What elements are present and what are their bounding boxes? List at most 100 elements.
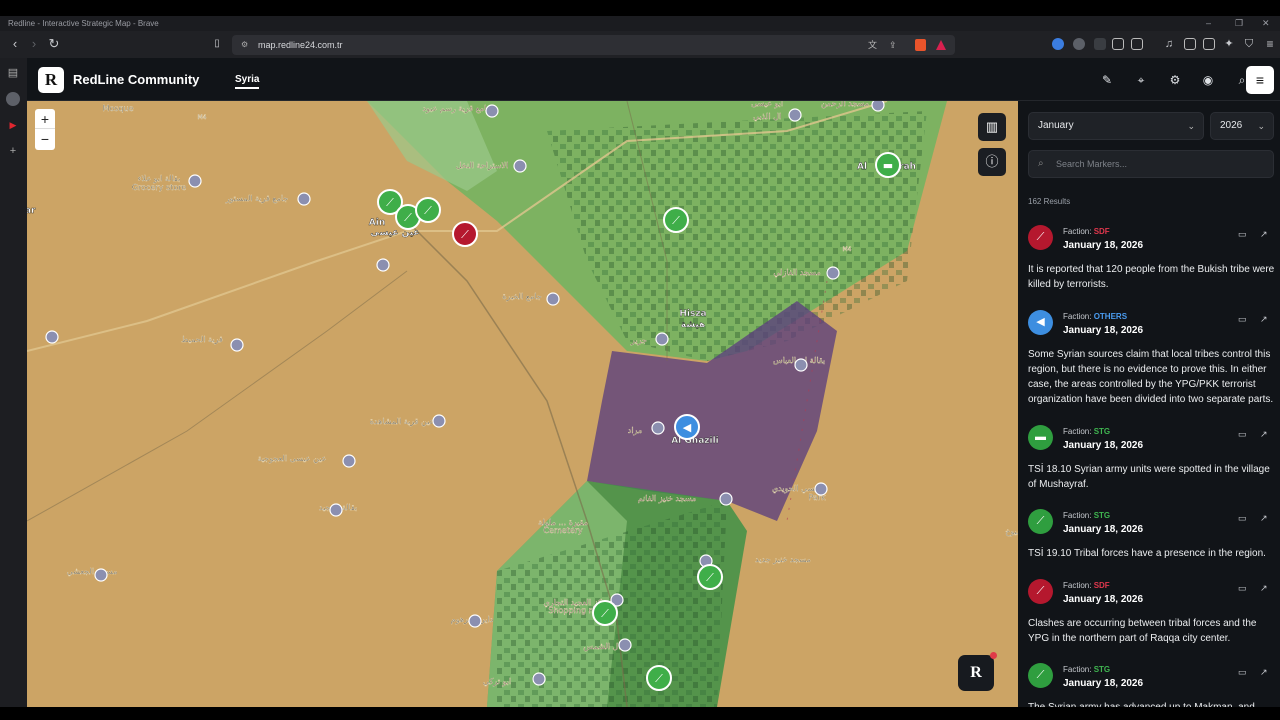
share-icon[interactable]: ⇪ [889,35,897,55]
faction-marker-stg[interactable]: ⟋ [646,665,672,691]
redline-fab-button[interactable]: R [958,652,997,691]
app-title[interactable]: RedLine Community [73,72,199,87]
poi-pin-icon[interactable] [376,258,390,272]
menu-icon[interactable]: ≡ [1263,37,1277,51]
poi-pin-icon[interactable] [513,159,527,173]
translate-icon[interactable]: 文 [868,35,877,55]
faction-marker-stg[interactable]: ⟋ [697,564,723,590]
sidebar-toggle-icon[interactable] [1184,38,1196,50]
extensions-icon[interactable] [1112,38,1124,50]
megaphone-icon: ◀ [683,421,692,434]
rifle-icon: ⟋ [1028,225,1053,250]
video-icon[interactable]: ▭ [1238,429,1247,440]
external-link-icon[interactable]: ↗ [1260,583,1268,594]
zoom-in-button[interactable]: + [35,109,55,129]
video-icon[interactable]: ▭ [1238,583,1247,594]
faction-marker-stg[interactable]: ⟋ [663,207,689,233]
poi-pin-icon[interactable] [814,482,828,496]
notification-dot [990,652,997,659]
external-link-icon[interactable]: ↗ [1260,429,1268,440]
external-link-icon[interactable]: ↗ [1260,667,1268,678]
extension-grey-icon[interactable] [1073,38,1085,50]
year-select[interactable]: 2026 ⌄ [1210,112,1274,140]
poi-pin-icon[interactable] [618,638,632,652]
brave-shields-icon[interactable] [915,39,926,51]
external-link-icon[interactable]: ↗ [1260,229,1268,240]
poi-pin-icon[interactable] [188,174,202,188]
wallet-icon[interactable] [1203,38,1215,50]
month-select[interactable]: January ⌄ [1028,112,1204,140]
faction-marker-others[interactable]: ◀ [674,414,700,440]
video-icon[interactable]: ▭ [1238,314,1247,325]
camera-icon[interactable]: ◉ [1200,72,1216,88]
extension-puzzle-icon[interactable] [1094,38,1106,50]
poi-pin-icon[interactable] [329,503,343,517]
poi-pin-icon[interactable] [230,338,244,352]
add-panel-icon[interactable]: + [6,144,20,158]
poi-pin-icon[interactable] [532,672,546,686]
poi-pin-icon[interactable] [826,266,840,280]
reload-icon[interactable]: ↻ [47,37,61,51]
video-icon[interactable]: ▭ [1238,229,1247,240]
search-markers-input[interactable]: ⌕ Search Markers... [1028,150,1274,178]
bookmark-icon[interactable]: ▯ [210,37,224,51]
poi-pin-icon[interactable] [794,358,808,372]
sidebar-panel-icon[interactable]: ▤ [6,66,20,80]
faction-marker-sdf[interactable]: ⟋ [452,221,478,247]
fab-letter: R [970,664,982,681]
poi-pin-icon[interactable] [651,421,665,435]
poi-pin-icon[interactable] [45,330,59,344]
faction-marker-stg[interactable]: ⟋ [592,600,618,626]
poi-pin-icon[interactable] [342,454,356,468]
poi-pin-icon[interactable] [297,192,311,206]
browser-sidebar: ▤ ▶ + [0,58,27,708]
poi-pin-icon[interactable] [871,101,885,112]
vpn-icon[interactable]: ⛉ [1242,37,1256,51]
screenshot-icon[interactable] [1131,38,1143,50]
faction-marker-stg[interactable]: ⟋ [415,197,441,223]
item-description: TSİ 19.10 Tribal forces have a presence … [1028,548,1266,559]
strategic-map[interactable]: HiszaهيشةAl GhaziliAinعين عيسىAlTirahhar… [27,101,1018,707]
poi-pin-icon[interactable] [485,104,499,118]
minimize-icon[interactable]: – [1206,16,1211,31]
poi-pin-icon[interactable] [719,492,733,506]
location-pin-icon[interactable]: ⌖ [1133,72,1149,88]
megaphone-icon: ◀ [1028,310,1053,335]
address-bar[interactable]: ⚙ map.redline24.com.tr 文 ⇪ [232,35,955,55]
music-icon[interactable]: ♫ [1162,37,1176,51]
map-layers-button[interactable]: ▥ [978,113,1006,141]
youtube-icon[interactable]: ▶ [6,118,20,132]
hamburger-menu-button[interactable]: ≡ [1246,66,1274,94]
zoom-out-button[interactable]: − [35,129,55,149]
poi-pin-icon[interactable] [546,292,560,306]
map-canvas[interactable]: HiszaهيشةAl GhaziliAinعين عيسىAlTirahhar… [27,101,1018,707]
faction-label: Faction: STG [1063,427,1110,436]
settings-gear-icon[interactable]: ⚙ [1167,72,1183,88]
forward-icon[interactable]: › [27,37,41,51]
rifle-icon: ⟋ [1028,663,1053,688]
poi-pin-icon[interactable] [432,414,446,428]
maximize-icon[interactable]: ❐ [1235,16,1243,31]
site-info-icon[interactable]: ⚙ [241,35,248,55]
video-icon[interactable]: ▭ [1238,513,1247,524]
poi-pin-icon[interactable] [655,332,669,346]
extension-blue-icon[interactable] [1052,38,1064,50]
brave-rewards-icon[interactable] [936,40,946,50]
poi-pin-icon[interactable] [468,614,482,628]
leo-ai-icon[interactable]: ✦ [1222,37,1236,51]
close-icon[interactable]: ✕ [1262,16,1270,31]
video-icon[interactable]: ▭ [1238,667,1247,678]
month-value: January [1038,120,1074,131]
poi-pin-icon[interactable] [94,568,108,582]
faction-marker-stg[interactable]: ▬ [875,152,901,178]
external-link-icon[interactable]: ↗ [1260,314,1268,325]
poi-pin-icon[interactable] [788,108,802,122]
item-date: January 18, 2026 [1063,240,1144,251]
back-icon[interactable]: ‹ [8,37,22,51]
info-button[interactable]: ⓘ [978,148,1006,176]
item-date: January 18, 2026 [1063,440,1144,451]
redline-logo[interactable]: R [38,67,64,93]
brave-tab-icon[interactable] [6,92,20,106]
tab-syria[interactable]: Syria [235,74,260,89]
external-link-icon[interactable]: ↗ [1260,513,1268,524]
